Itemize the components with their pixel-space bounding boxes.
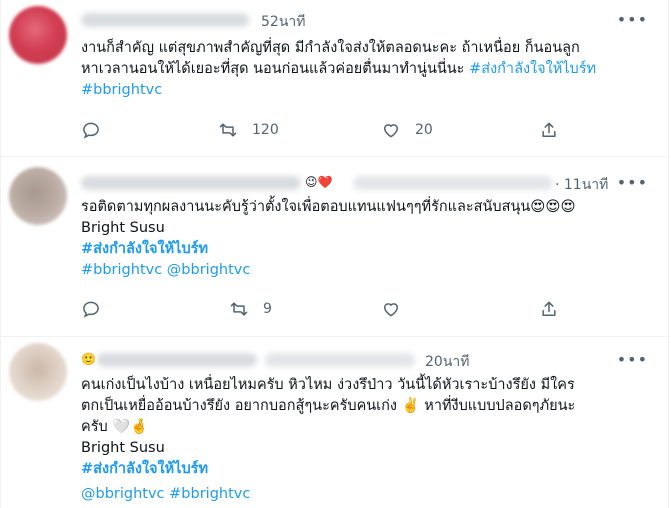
like-count: 20 <box>415 122 433 138</box>
avatar[interactable] <box>9 343 67 401</box>
retweet-button[interactable]: 120 <box>218 120 279 140</box>
text-line: ครับ 🤍🤞 <box>81 419 149 435</box>
retweet-count: 9 <box>263 301 272 317</box>
like-button[interactable]: 20 <box>381 120 433 140</box>
tweet-1[interactable]: 52นาที ••• งานก็สำคัญ แต่สุขภาพสำคัญที่ส… <box>1 0 670 157</box>
avatar[interactable] <box>9 167 67 225</box>
share-button[interactable] <box>539 120 559 144</box>
tweet-2[interactable]: 😉❤️ · 11นาที ••• รอติดตามทุกผลงานนะคับรู… <box>1 157 670 337</box>
name-emoji: 🙂 <box>81 352 96 366</box>
hashtag-link[interactable]: #ส่งกำลังใจให้ไบร์ท <box>469 61 596 77</box>
share-button[interactable] <box>539 299 559 323</box>
hashtag-link[interactable]: #ส่งกำลังใจให้ไบร์ท <box>81 241 208 257</box>
more-icon[interactable]: ••• <box>617 173 648 192</box>
timestamp[interactable]: 20นาที <box>425 351 469 373</box>
signature: Bright Susu <box>81 440 165 456</box>
signature: Bright Susu <box>81 220 165 236</box>
like-button[interactable] <box>381 299 415 319</box>
reply-icon <box>83 122 99 139</box>
text-line: รอติดตามทุกผลงานนะคับรู้ว่าตั้งใจเพื่อตอ… <box>81 199 576 215</box>
tweet-3[interactable]: 🙂 20นาที ••• คนเก่งเป็นไงบ้าง เหนื่อยไหม… <box>1 337 670 508</box>
reply-icon <box>83 301 99 318</box>
text-line: หาเวลานอนให้ได้เยอะที่สุด นอนก่อนแล้วค่อ… <box>81 61 465 77</box>
blurred-author-name[interactable] <box>97 353 257 367</box>
more-icon[interactable]: ••• <box>617 350 648 369</box>
mention-link[interactable]: @bbrightvc <box>81 486 165 502</box>
like-icon <box>383 124 399 138</box>
text-line: ตกเป็นเหยื่ออ้อนบ้างรึยัง อยากบอกสู้ๆนะค… <box>81 398 576 414</box>
avatar[interactable] <box>9 6 67 64</box>
mention-link[interactable]: @bbrightvc <box>167 262 251 278</box>
like-icon <box>383 303 399 317</box>
share-icon <box>542 301 556 316</box>
hashtag-link[interactable]: #bbrightvc <box>169 486 250 502</box>
text-line: งานก็สำคัญ แต่สุขภาพสำคัญที่สุด มีกำลังใ… <box>81 40 580 56</box>
retweet-icon <box>219 123 237 137</box>
blurred-author-name[interactable] <box>81 176 301 190</box>
blurred-author-handle[interactable] <box>265 353 415 367</box>
name-emoji: 😉❤️ <box>305 175 333 189</box>
hashtag-link[interactable]: #bbrightvc <box>81 262 162 278</box>
reply-button[interactable] <box>81 299 115 319</box>
tweet-text: งานก็สำคัญ แต่สุขภาพสำคัญที่สุด มีกำลังใ… <box>81 38 650 101</box>
blurred-author-name[interactable] <box>81 13 249 27</box>
blurred-author-handle[interactable] <box>353 176 553 190</box>
tweet-text: รอติดตามทุกผลงานนะคับรู้ว่าตั้งใจเพื่อตอ… <box>81 197 650 281</box>
tweet-text: คนเก่งเป็นไงบ้าง เหนื่อยไหมครับ หิวไหม ง… <box>81 375 650 505</box>
reply-button[interactable] <box>81 120 115 140</box>
tweet-feed: 52นาที ••• งานก็สำคัญ แต่สุขภาพสำคัญที่ส… <box>0 0 670 508</box>
retweet-icon <box>230 302 248 316</box>
hashtag-link[interactable]: #ส่งกำลังใจให้ไบร์ท <box>81 461 208 477</box>
text-line: คนเก่งเป็นไงบ้าง เหนื่อยไหมครับ หิวไหม ง… <box>81 377 575 393</box>
hashtag-link[interactable]: #bbrightvc <box>81 82 162 98</box>
timestamp[interactable]: 52นาที <box>261 11 305 33</box>
timestamp[interactable]: · 11นาที <box>555 174 608 196</box>
share-icon <box>542 122 556 137</box>
retweet-count: 120 <box>252 122 279 138</box>
retweet-button[interactable]: 9 <box>229 299 272 319</box>
more-icon[interactable]: ••• <box>617 10 648 29</box>
